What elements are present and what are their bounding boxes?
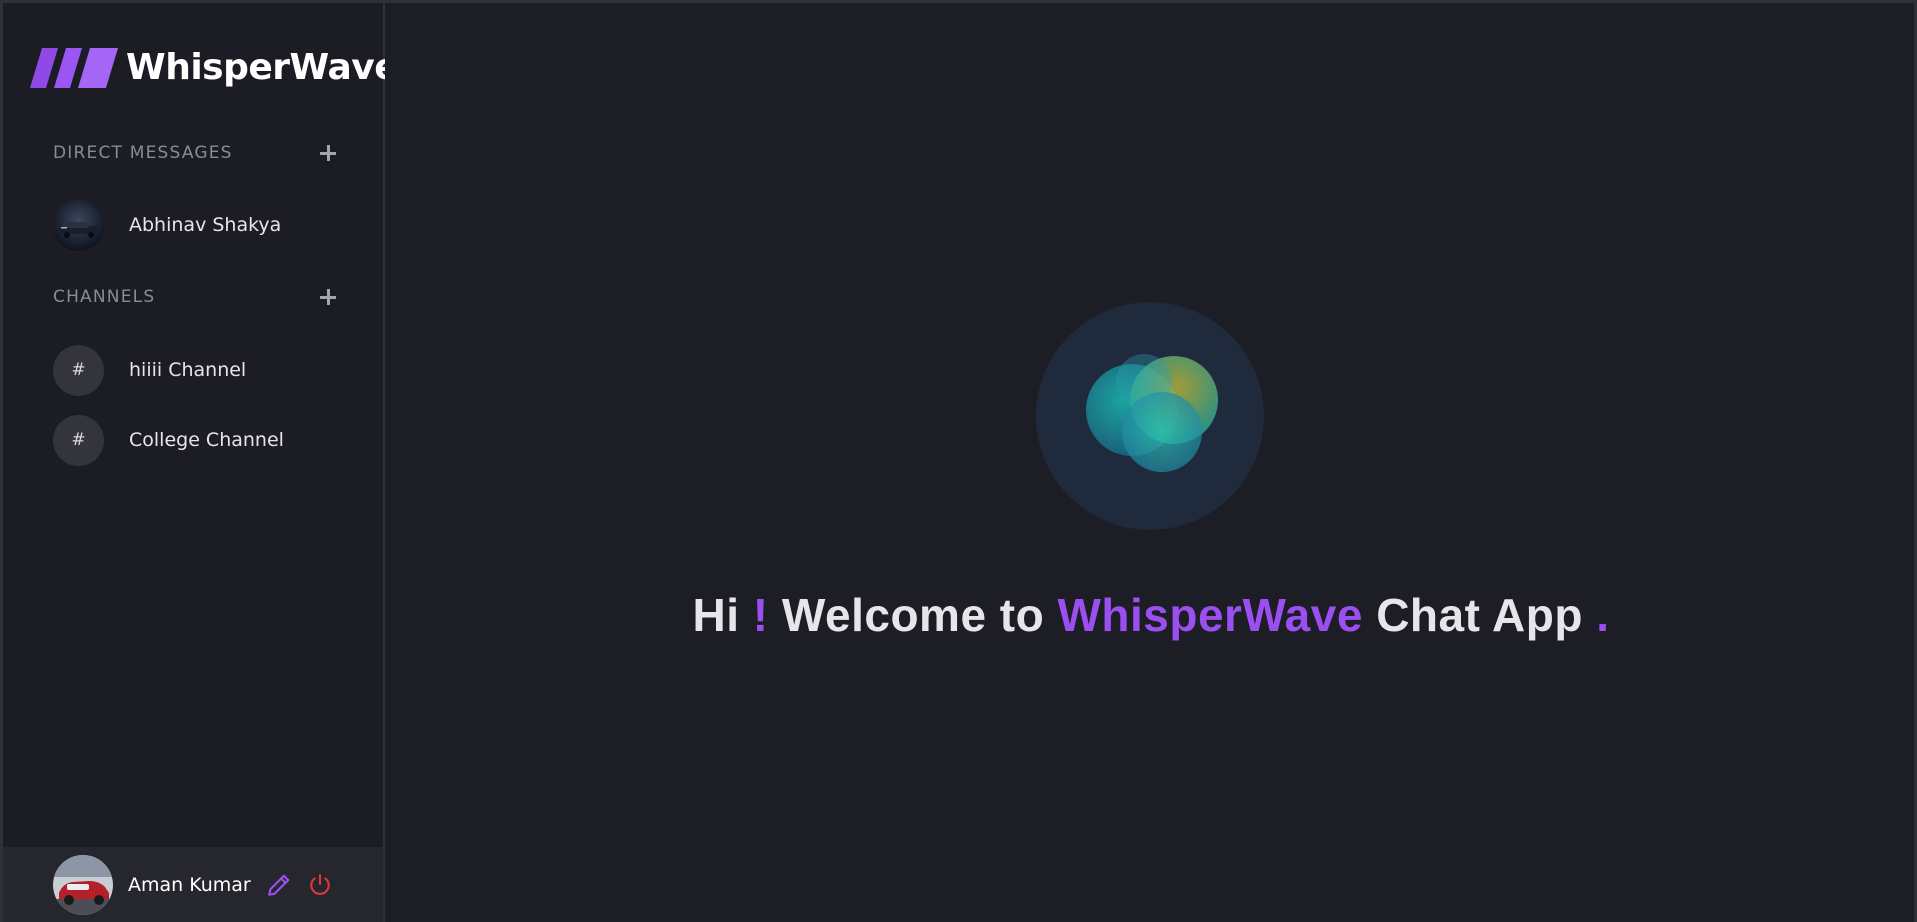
- welcome-suffix: Chat App: [1376, 589, 1583, 641]
- pencil-icon[interactable]: [266, 872, 292, 898]
- profile-bar: Aman Kumar: [3, 847, 383, 922]
- direct-messages-header: DIRECT MESSAGES: [53, 143, 338, 163]
- welcome-exclamation: !: [752, 589, 769, 641]
- add-direct-message-icon[interactable]: [318, 143, 338, 163]
- app-name: WhisperWave: [126, 47, 399, 88]
- chat-orb-logo-icon: [1036, 302, 1264, 530]
- profile-name: Aman Kumar: [128, 873, 251, 896]
- channels-title: CHANNELS: [53, 287, 156, 307]
- avatar: [53, 199, 104, 251]
- dm-item-label: Abhinav Shakya: [129, 214, 282, 236]
- direct-messages-title: DIRECT MESSAGES: [53, 143, 233, 163]
- app-logo[interactable]: WhisperWave: [30, 47, 399, 88]
- channel-item-label: College Channel: [129, 429, 284, 451]
- user-avatar[interactable]: [53, 854, 113, 915]
- channel-item-hiiii[interactable]: # hiiii Channel: [53, 344, 353, 396]
- channel-item-label: hiiii Channel: [129, 359, 247, 381]
- car-avatar-icon: [53, 854, 113, 915]
- logo-mark-icon: [30, 47, 118, 88]
- welcome-to: Welcome to: [781, 589, 1045, 641]
- channel-item-college[interactable]: # College Channel: [53, 414, 353, 466]
- channels-header: CHANNELS: [53, 287, 338, 307]
- dm-item-abhinav-shakya[interactable]: Abhinav Shakya: [53, 199, 353, 251]
- welcome-heading: Hi ! Welcome to WhisperWave Chat App .: [385, 588, 1917, 642]
- welcome-brand: WhisperWave: [1057, 589, 1363, 641]
- app-frame: WhisperWave DIRECT MESSAGES Abhinav Shak…: [0, 0, 1917, 922]
- car-avatar-icon: [53, 199, 104, 251]
- hash-icon: #: [53, 414, 104, 466]
- add-channel-icon[interactable]: [318, 287, 338, 307]
- welcome-dot: .: [1596, 589, 1610, 641]
- power-icon[interactable]: [307, 872, 333, 898]
- sidebar: WhisperWave DIRECT MESSAGES Abhinav Shak…: [3, 3, 399, 922]
- main-panel: Hi ! Welcome to WhisperWave Chat App .: [385, 3, 1914, 922]
- welcome-hi: Hi: [692, 589, 740, 641]
- hash-icon: #: [53, 344, 104, 396]
